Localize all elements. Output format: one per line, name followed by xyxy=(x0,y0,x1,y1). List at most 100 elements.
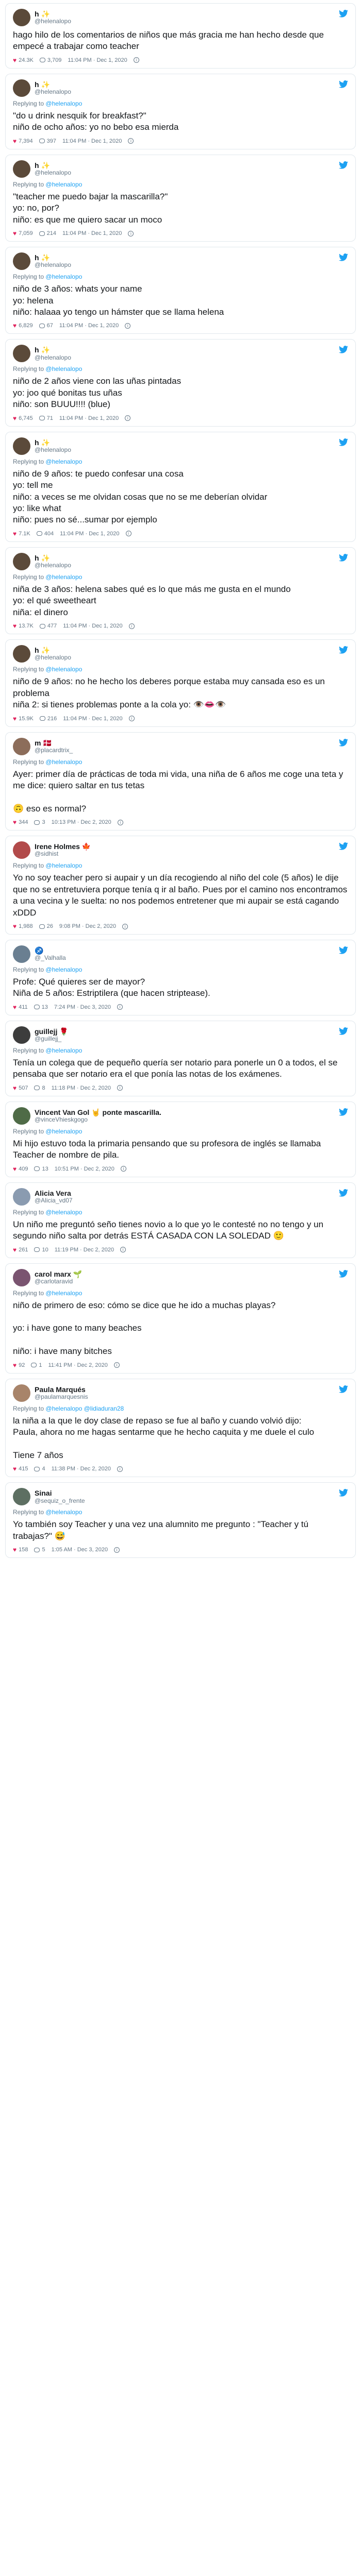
twitter-bird-icon[interactable] xyxy=(339,1269,348,1278)
info-icon[interactable]: i xyxy=(125,323,131,329)
replying-to-handle[interactable]: @helenalopo xyxy=(45,1509,82,1516)
replying-to-handle[interactable]: @helenalopo xyxy=(45,1128,82,1135)
heart-icon[interactable]: ♥ xyxy=(13,57,17,64)
user-handle[interactable]: @paulamarquesnis xyxy=(35,1393,88,1401)
like-stat[interactable]: ♥ 409 xyxy=(13,1165,28,1173)
heart-icon[interactable]: ♥ xyxy=(13,819,17,826)
like-stat[interactable]: ♥ 7,059 xyxy=(13,230,33,237)
comment-bubble-icon[interactable] xyxy=(39,231,45,236)
user-handle[interactable]: @Alicia_vd07 xyxy=(35,1197,73,1205)
tweet-card[interactable]: ♐ @_Valhalla Replying to @helenalopo Pro… xyxy=(5,940,356,1015)
comment-stat[interactable]: 404 xyxy=(36,531,54,537)
comment-stat[interactable]: 13 xyxy=(34,1166,48,1172)
tweet-timestamp[interactable]: 11:04 PM · Dec 1, 2020 xyxy=(63,623,122,629)
tweet-timestamp[interactable]: 11:04 PM · Dec 1, 2020 xyxy=(59,415,119,421)
tweet-card[interactable]: Sinai @sequiz_o_frente Replying to @hele… xyxy=(5,1482,356,1558)
avatar[interactable] xyxy=(13,1384,30,1402)
twitter-bird-icon[interactable] xyxy=(339,253,348,261)
like-stat[interactable]: ♥ 261 xyxy=(13,1246,28,1253)
display-name[interactable]: h ✨ xyxy=(35,646,71,654)
twitter-bird-icon[interactable] xyxy=(339,1108,348,1116)
avatar[interactable] xyxy=(13,1026,30,1044)
heart-icon[interactable]: ♥ xyxy=(13,1165,17,1173)
avatar[interactable] xyxy=(13,437,30,455)
user-handle[interactable]: @helenalopo xyxy=(35,18,71,25)
display-name[interactable]: Paula Marqués xyxy=(35,1385,88,1394)
replying-to-handle[interactable]: @helenalopo xyxy=(45,100,82,107)
replying-to-handle[interactable]: @helenalopo xyxy=(45,365,82,372)
display-name[interactable]: h ✨ xyxy=(35,253,71,262)
tweet-timestamp[interactable]: 11:04 PM · Dec 1, 2020 xyxy=(63,716,122,722)
user-handle[interactable]: @guillejj_ xyxy=(35,1035,69,1043)
heart-icon[interactable]: ♥ xyxy=(13,1465,17,1472)
replying-to-handle[interactable]: @helenalopo xyxy=(45,666,82,673)
user-handle[interactable]: @helenalopo xyxy=(35,261,71,269)
comment-bubble-icon[interactable] xyxy=(34,1466,40,1471)
info-icon[interactable]: i xyxy=(117,819,123,825)
display-name[interactable]: Irene Holmes 🍁 xyxy=(35,842,91,851)
replying-to-handle[interactable]: @helenalopo xyxy=(45,573,82,581)
avatar[interactable] xyxy=(13,945,30,963)
tweet-card[interactable]: h ✨ @helenalopo Replying to @helenalopo … xyxy=(5,73,356,149)
replying-to-handle[interactable]: @helenalopo xyxy=(45,273,82,280)
like-stat[interactable]: ♥ 411 xyxy=(13,1004,28,1011)
info-icon[interactable]: i xyxy=(120,1247,126,1252)
replying-to-handle[interactable]: @helenalopo xyxy=(45,1047,82,1054)
comment-stat[interactable]: 3,709 xyxy=(39,57,61,63)
heart-icon[interactable]: ♥ xyxy=(13,715,17,722)
user-handle[interactable]: @placardtrix_ xyxy=(35,747,73,754)
like-stat[interactable]: ♥ 415 xyxy=(13,1465,28,1472)
tweet-timestamp[interactable]: 7:24 PM · Dec 3, 2020 xyxy=(54,1004,111,1010)
like-stat[interactable]: ♥ 15.9K xyxy=(13,715,34,722)
replying-to-handle[interactable]: @helenalopo xyxy=(45,862,82,869)
tweet-card[interactable]: h ✨ @helenalopo Replying to @helenalopo … xyxy=(5,431,356,542)
avatar[interactable] xyxy=(13,552,30,570)
like-stat[interactable]: ♥ 7.1K xyxy=(13,530,30,537)
twitter-bird-icon[interactable] xyxy=(339,646,348,654)
display-name[interactable]: Alicia Vera xyxy=(35,1189,73,1197)
user-handle[interactable]: @helenalopo xyxy=(35,354,71,362)
user-handle[interactable]: @sequiz_o_frente xyxy=(35,1497,85,1505)
heart-icon[interactable]: ♥ xyxy=(13,1362,17,1369)
avatar[interactable] xyxy=(13,1488,30,1506)
comment-bubble-icon[interactable] xyxy=(39,416,45,421)
twitter-bird-icon[interactable] xyxy=(339,1489,348,1497)
comment-stat[interactable]: 3 xyxy=(34,819,45,825)
heart-icon[interactable]: ♥ xyxy=(13,622,17,630)
comment-bubble-icon[interactable] xyxy=(34,1247,40,1252)
heart-icon[interactable]: ♥ xyxy=(13,415,17,422)
comment-bubble-icon[interactable] xyxy=(34,820,40,825)
tweet-card[interactable]: Paula Marqués @paulamarquesnis Replying … xyxy=(5,1378,356,1478)
comment-stat[interactable]: 397 xyxy=(39,138,56,144)
like-stat[interactable]: ♥ 1,988 xyxy=(13,923,33,930)
comment-bubble-icon[interactable] xyxy=(39,58,45,63)
replying-to-handle[interactable]: @helenalopo xyxy=(45,758,82,766)
user-handle[interactable]: @carlotaravid xyxy=(35,1278,82,1285)
comment-bubble-icon[interactable] xyxy=(36,531,42,536)
tweet-timestamp[interactable]: 11:19 PM · Dec 2, 2020 xyxy=(55,1247,114,1253)
info-icon[interactable]: i xyxy=(117,1466,123,1472)
comment-stat[interactable]: 5 xyxy=(34,1547,45,1553)
twitter-bird-icon[interactable] xyxy=(339,1385,348,1393)
like-stat[interactable]: ♥ 507 xyxy=(13,1084,28,1092)
comment-bubble-icon[interactable] xyxy=(39,924,45,929)
info-icon[interactable]: i xyxy=(128,623,135,629)
display-name[interactable]: m 🇩🇰 xyxy=(35,739,73,747)
heart-icon[interactable]: ♥ xyxy=(13,1246,17,1253)
user-handle[interactable]: @sidhist xyxy=(35,851,91,858)
tweet-timestamp[interactable]: 10:51 PM · Dec 2, 2020 xyxy=(55,1166,114,1172)
twitter-bird-icon[interactable] xyxy=(339,1027,348,1035)
avatar[interactable] xyxy=(13,79,30,97)
display-name[interactable]: Sinai xyxy=(35,1489,85,1497)
heart-icon[interactable]: ♥ xyxy=(13,1084,17,1092)
twitter-bird-icon[interactable] xyxy=(339,438,348,446)
display-name[interactable]: h ✨ xyxy=(35,438,71,447)
tweet-card[interactable]: h ✨ @helenalopo Replying to @helenalopo … xyxy=(5,639,356,727)
tweet-card[interactable]: m 🇩🇰 @placardtrix_ Replying to @helenalo… xyxy=(5,732,356,831)
like-stat[interactable]: ♥ 7,394 xyxy=(13,138,33,145)
user-handle[interactable]: @helenalopo xyxy=(35,88,71,96)
comment-bubble-icon[interactable] xyxy=(39,623,45,629)
display-name[interactable]: h ✨ xyxy=(35,554,71,562)
avatar[interactable] xyxy=(13,1188,30,1206)
info-icon[interactable]: i xyxy=(117,1004,123,1010)
